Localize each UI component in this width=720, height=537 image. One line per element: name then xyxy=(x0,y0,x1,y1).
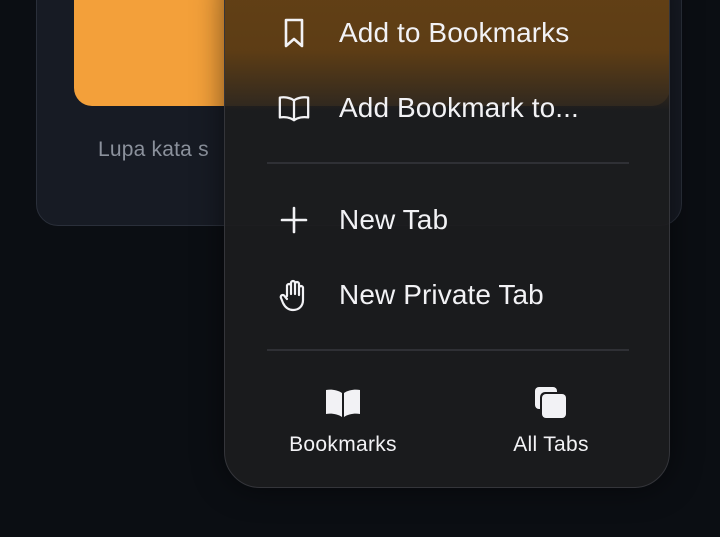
forgot-password-link[interactable]: Lupa kata s xyxy=(98,138,209,162)
menu-divider xyxy=(267,162,629,164)
all-tabs-label: All Tabs xyxy=(513,433,589,456)
plus-icon xyxy=(277,203,311,237)
bookmarks-button[interactable]: Bookmarks xyxy=(263,385,423,465)
all-tabs-button[interactable]: All Tabs xyxy=(471,385,631,465)
hand-icon xyxy=(277,278,311,312)
screen: Lupa kata s Add to Bookmarks Add Bookmar… xyxy=(0,0,720,537)
menu-item-label: New Tab xyxy=(339,204,449,235)
menu-item-label: New Private Tab xyxy=(339,279,544,310)
menu-divider xyxy=(267,349,629,351)
book-filled-icon xyxy=(323,385,363,421)
bookmark-icon xyxy=(277,16,311,50)
menu-item-add-to-bookmarks[interactable]: Add to Bookmarks xyxy=(225,5,669,61)
menu-item-new-tab[interactable]: New Tab xyxy=(225,192,669,248)
browser-context-menu: Add to Bookmarks Add Bookmark to... New … xyxy=(224,0,670,488)
menu-item-new-private-tab[interactable]: New Private Tab xyxy=(225,267,669,323)
bookmarks-label: Bookmarks xyxy=(289,433,397,456)
menu-item-add-bookmark-to[interactable]: Add Bookmark to... xyxy=(225,80,669,136)
open-book-icon xyxy=(277,91,311,125)
tabs-stack-icon xyxy=(531,385,571,421)
menu-item-label: Add Bookmark to... xyxy=(339,92,579,123)
menu-item-label: Add to Bookmarks xyxy=(339,17,570,48)
